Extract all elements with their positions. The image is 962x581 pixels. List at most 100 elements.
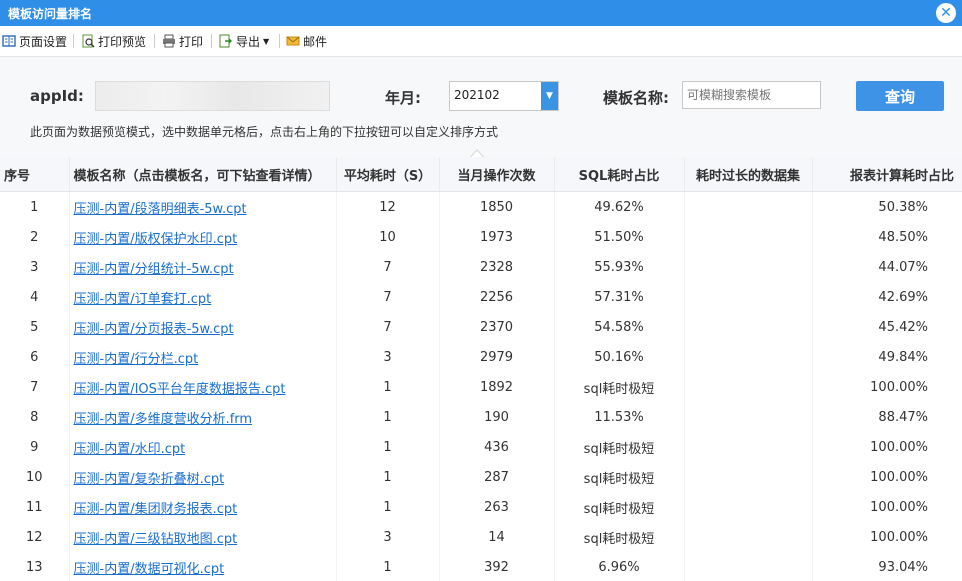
chevron-down-icon[interactable]: ▼ — [541, 82, 558, 110]
monthly-ops-cell: 2979 — [439, 342, 555, 372]
slow-dataset-cell — [684, 191, 813, 222]
monthly-ops-cell: 14 — [439, 522, 555, 552]
yearmonth-value: 202102 — [454, 88, 500, 102]
slow-dataset-cell — [684, 492, 813, 522]
preview-hint: 此页面为数据预览模式，选中数据单元格后，点击右上角的下拉按钮可以自定义排序方式 — [30, 125, 499, 139]
toolbar-divider — [211, 34, 212, 48]
yearmonth-label: 年月: — [385, 89, 421, 107]
table-row: 13 压测-内置/数据可视化.cpt 1 392 6.96% 93.04% — [0, 552, 962, 581]
template-link[interactable]: 压测-内置/三级钻取地图.cpt — [74, 532, 238, 547]
export-button[interactable]: 导出 ▼ — [219, 32, 269, 50]
sql-ratio-cell: sql耗时极短 — [554, 432, 685, 462]
row-index: 8 — [0, 402, 70, 432]
avg-time-cell: 7 — [336, 252, 440, 282]
avg-time-cell: 3 — [336, 522, 440, 552]
template-name-cell: 压测-内置/三级钻取地图.cpt — [69, 522, 337, 552]
sql-ratio-cell: sql耗时极短 — [554, 372, 685, 402]
calc-ratio-cell: 49.84% — [878, 349, 928, 365]
monthly-ops-cell: 190 — [439, 402, 555, 432]
row-index: 9 — [0, 432, 70, 462]
print-button[interactable]: 打印 — [162, 32, 203, 50]
column-header-slow-dataset[interactable]: 耗时过长的数据集 — [684, 157, 813, 192]
column-header-avg-time[interactable]: 平均耗时（S） — [336, 157, 440, 192]
print-label: 打印 — [179, 34, 204, 49]
template-link[interactable]: 压测-内置/分组统计-5w.cpt — [74, 262, 234, 277]
close-icon[interactable]: ✕ — [936, 3, 956, 23]
table-row: 7 压测-内置/IOS平台年度数据报告.cpt 1 1892 sql耗时极短 1… — [0, 372, 962, 402]
template-link[interactable]: 压测-内置/多维度营收分析.frm — [74, 412, 253, 427]
slow-dataset-cell — [684, 462, 813, 492]
column-header-sql-ratio[interactable]: SQL耗时占比 — [554, 157, 685, 192]
column-header-template-name[interactable]: 模板名称（点击模板名，可下钻查看详情） — [69, 157, 337, 192]
template-name-cell: 压测-内置/段落明细表-5w.cpt — [69, 191, 337, 222]
print-preview-button[interactable]: 打印预览 — [81, 32, 146, 50]
row-index: 11 — [0, 492, 70, 522]
slow-dataset-cell — [684, 342, 813, 372]
calc-ratio-cell: 93.04% — [878, 559, 928, 575]
sql-ratio-cell: 6.96% — [554, 552, 685, 581]
print-preview-label: 打印预览 — [98, 34, 147, 49]
calc-ratio-cell: 100.00% — [870, 499, 928, 515]
row-index: 2 — [0, 222, 70, 252]
mail-icon — [286, 34, 300, 48]
sql-ratio-cell: 51.50% — [554, 222, 685, 252]
column-header-monthly-ops[interactable]: 当月操作次数 — [439, 157, 555, 192]
toolbar-divider — [154, 34, 155, 48]
template-link[interactable]: 压测-内置/数据可视化.cpt — [74, 562, 225, 577]
calc-ratio-cell: 44.07% — [878, 259, 928, 275]
template-search-input[interactable] — [682, 81, 821, 109]
monthly-ops-cell: 1973 — [439, 222, 555, 252]
monthly-ops-cell: 392 — [439, 552, 555, 581]
avg-time-cell: 10 — [336, 222, 440, 252]
template-link[interactable]: 压测-内置/段落明细表-5w.cpt — [74, 202, 247, 217]
avg-time-cell: 7 — [336, 282, 440, 312]
sql-ratio-cell: 11.53% — [554, 402, 685, 432]
mail-button[interactable]: 邮件 — [286, 32, 327, 50]
appid-input[interactable] — [95, 81, 330, 111]
avg-time-cell: 1 — [336, 552, 440, 581]
template-link[interactable]: 压测-内置/复杂折叠树.cpt — [74, 472, 225, 487]
template-link[interactable]: 压测-内置/分页报表-5w.cpt — [74, 322, 234, 337]
calc-ratio-cell: 88.47% — [878, 409, 928, 425]
query-button[interactable]: 查询 — [856, 81, 944, 111]
avg-time-cell: 1 — [336, 492, 440, 522]
calc-ratio-cell: 45.42% — [878, 319, 928, 335]
yearmonth-select[interactable]: 202102 ▼ — [449, 81, 559, 111]
avg-time-cell: 7 — [336, 312, 440, 342]
monthly-ops-cell: 2370 — [439, 312, 555, 342]
slow-dataset-cell — [684, 282, 813, 312]
template-link[interactable]: 压测-内置/IOS平台年度数据报告.cpt — [74, 382, 286, 397]
table-row: 6 压测-内置/行分栏.cpt 3 2979 50.16% 49.84% — [0, 342, 962, 372]
page-setup-button[interactable]: 页面设置 — [2, 32, 67, 50]
column-header-calc-ratio[interactable]: 报表计算耗时占比 — [812, 157, 962, 192]
template-link[interactable]: 压测-内置/版权保护水印.cpt — [74, 232, 238, 247]
row-index: 4 — [0, 282, 70, 312]
template-link[interactable]: 压测-内置/行分栏.cpt — [74, 352, 199, 367]
row-index: 3 — [0, 252, 70, 282]
column-header-index[interactable]: 序号 — [0, 157, 70, 192]
window-titlebar: 模板访问量排名 ✕ — [0, 0, 962, 26]
ranking-table: 序号 模板名称（点击模板名，可下钻查看详情） 平均耗时（S） 当月操作次数 SQ… — [0, 157, 962, 581]
table-row: 2 压测-内置/版权保护水印.cpt 10 1973 51.50% 48.50% — [0, 222, 962, 252]
slow-dataset-cell — [684, 522, 813, 552]
template-link[interactable]: 压测-内置/订单套打.cpt — [74, 292, 212, 307]
row-index: 7 — [0, 372, 70, 402]
row-index: 12 — [0, 522, 70, 552]
template-name-cell: 压测-内置/版权保护水印.cpt — [69, 222, 337, 252]
row-index: 1 — [0, 191, 70, 222]
filter-panel: appId: 年月: 202102 ▼ 模板名称: 查询 此页面为数据预览模式，… — [0, 57, 962, 158]
monthly-ops-cell: 263 — [439, 492, 555, 522]
avg-time-cell: 12 — [336, 191, 440, 222]
calc-ratio-cell: 100.00% — [870, 439, 928, 455]
table-row: 12 压测-内置/三级钻取地图.cpt 3 14 sql耗时极短 100.00% — [0, 522, 962, 552]
template-link[interactable]: 压测-内置/水印.cpt — [74, 442, 186, 457]
mail-label: 邮件 — [303, 34, 328, 49]
calc-ratio-cell: 50.38% — [878, 199, 928, 215]
monthly-ops-cell: 1892 — [439, 372, 555, 402]
template-name-cell: 压测-内置/IOS平台年度数据报告.cpt — [69, 372, 337, 402]
template-link[interactable]: 压测-内置/集团财务报表.cpt — [74, 502, 238, 517]
slow-dataset-cell — [684, 402, 813, 432]
slow-dataset-cell — [684, 372, 813, 402]
sql-ratio-cell: 55.93% — [554, 252, 685, 282]
template-name-cell: 压测-内置/分页报表-5w.cpt — [69, 312, 337, 342]
